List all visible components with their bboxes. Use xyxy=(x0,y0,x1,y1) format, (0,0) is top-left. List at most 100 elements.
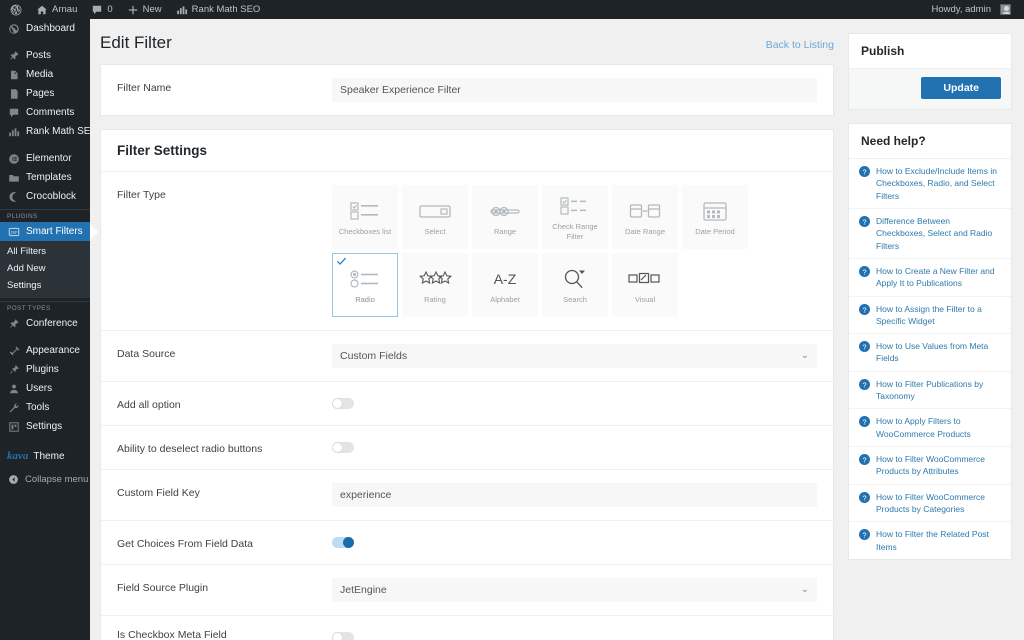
help-link-item[interactable]: ? How to Filter Publications by Taxonomy xyxy=(849,372,1011,410)
sidebar-item-templates[interactable]: Templates xyxy=(0,168,90,187)
help-link-text: How to Apply Filters to WooCommerce Prod… xyxy=(876,416,971,439)
crocoblock-icon xyxy=(7,190,20,203)
sidebar-item-theme[interactable]: kava Theme xyxy=(0,444,90,468)
sidebar-item-comments[interactable]: Comments xyxy=(0,103,90,122)
pin-icon xyxy=(7,317,20,330)
sidebar-item-label: Elementor xyxy=(26,153,72,164)
rating-icon xyxy=(418,266,452,292)
sidebar-item-pages[interactable]: Pages xyxy=(0,84,90,103)
new-content-menu[interactable]: New xyxy=(120,0,169,19)
comment-icon xyxy=(91,4,103,16)
filter-type-alphabet[interactable]: A-Z Alphabet xyxy=(472,253,538,317)
sidebar-item-rank-math-seo[interactable]: Rank Math SEO xyxy=(0,122,98,141)
filter-name-input[interactable]: Speaker Experience Filter xyxy=(332,78,817,102)
help-link-item[interactable]: ? How to Create a New Filter and Apply I… xyxy=(849,259,1011,297)
field-source-plugin-select[interactable]: JetEngine ⌄ xyxy=(332,578,817,602)
alphabet-icon: A-Z xyxy=(487,266,523,292)
help-link-item[interactable]: ? How to Assign the Filter to a Specific… xyxy=(849,297,1011,335)
filter-type-select[interactable]: Select xyxy=(402,185,468,249)
field-source-plugin-value: JetEngine xyxy=(340,584,387,596)
sidebar-item-elementor[interactable]: Elementor xyxy=(0,149,90,168)
sidebar-item-label: Users xyxy=(26,383,53,394)
sidebar-item-label: Tools xyxy=(26,402,50,413)
add-all-option-row: Add all option xyxy=(101,381,833,425)
sidebar-item-label: Smart Filters xyxy=(26,226,83,237)
kava-logo: kava xyxy=(7,450,29,462)
filter-type-check-range-filter[interactable]: Check Range Filter xyxy=(542,185,608,249)
my-account-menu[interactable]: Howdy, admin xyxy=(925,0,1019,19)
sidebar-item-label: Settings xyxy=(26,421,63,432)
submenu-item-settings[interactable]: Settings xyxy=(0,277,90,294)
svg-text:?: ? xyxy=(862,342,866,351)
sidebar-item-tools[interactable]: Tools xyxy=(0,398,90,417)
deselect-radio-toggle[interactable] xyxy=(332,442,354,453)
sidebar-item-dashboard[interactable]: Dashboard xyxy=(0,19,90,38)
theme-label: Theme xyxy=(33,450,65,462)
toggle-knob xyxy=(332,398,343,409)
filter-name-row: Filter Name Speaker Experience Filter xyxy=(101,65,833,115)
question-mark-icon: ? xyxy=(859,215,870,227)
page-icon xyxy=(7,87,20,100)
site-name-label: Arnau xyxy=(52,4,78,15)
sidebar-item-plugins[interactable]: Plugins xyxy=(0,360,90,379)
update-button[interactable]: Update xyxy=(921,77,1001,99)
page-header: Edit Filter Back to Listing xyxy=(100,33,834,53)
help-link-item[interactable]: ? How to Filter WooCommerce Products by … xyxy=(849,485,1011,523)
comments-menu[interactable]: 0 xyxy=(84,0,119,19)
help-link-item[interactable]: ? How to Exclude/Include Items in Checkb… xyxy=(849,159,1011,209)
help-link-text: Difference Between Checkboxes, Select an… xyxy=(876,215,993,251)
help-link-item[interactable]: ? How to Filter the Related Post Items xyxy=(849,522,1011,559)
data-source-label: Data Source xyxy=(117,348,176,360)
data-source-select[interactable]: Custom Fields ⌄ xyxy=(332,344,817,368)
filter-type-label-text: Date Period xyxy=(695,226,735,236)
help-link-text: How to Filter WooCommerce Products by At… xyxy=(876,454,985,477)
svg-text:?: ? xyxy=(862,455,866,464)
help-link-item[interactable]: ? How to Use Values from Meta Fields xyxy=(849,334,1011,372)
svg-text:?: ? xyxy=(862,418,866,427)
add-all-option-toggle[interactable] xyxy=(332,398,354,409)
filter-type-rating[interactable]: Rating xyxy=(402,253,468,317)
sidebar-item-crocoblock[interactable]: Crocoblock xyxy=(0,187,90,206)
help-link-list: ? How to Exclude/Include Items in Checkb… xyxy=(849,158,1011,559)
filter-type-search[interactable]: Search xyxy=(542,253,608,317)
rankmath-icon xyxy=(176,4,188,16)
sidebar-item-conference[interactable]: Conference xyxy=(0,314,90,333)
howdy-label: Howdy, admin xyxy=(931,4,992,15)
filter-type-radio[interactable]: Radio xyxy=(332,253,398,317)
filter-type-label-text: Radio xyxy=(355,294,375,304)
sidebar-item-posts[interactable]: Posts xyxy=(0,46,90,65)
filter-type-range[interactable]: Range xyxy=(472,185,538,249)
settings-icon xyxy=(7,420,20,433)
submenu-item-all-filters[interactable]: All Filters xyxy=(0,243,90,260)
help-link-item[interactable]: ? Difference Between Checkboxes, Select … xyxy=(849,209,1011,259)
is-checkbox-meta-field-toggle[interactable] xyxy=(332,632,354,640)
filter-type-checkboxes-list[interactable]: Checkboxes list xyxy=(332,185,398,249)
question-mark-icon: ? xyxy=(859,265,870,277)
help-link-item[interactable]: ? How to Apply Filters to WooCommerce Pr… xyxy=(849,409,1011,447)
question-mark-icon: ? xyxy=(859,454,870,465)
back-to-listing-link[interactable]: Back to Listing xyxy=(766,39,834,51)
submenu-item-add-new[interactable]: Add New xyxy=(0,260,90,277)
filter-type-date-range[interactable]: Date Range xyxy=(612,185,678,249)
sidebar-item-smart-filters[interactable]: JSF Smart Filters xyxy=(0,222,90,241)
collapse-icon xyxy=(7,473,19,485)
collapse-menu-button[interactable]: Collapse menu xyxy=(0,468,90,490)
sidebar-item-users[interactable]: Users xyxy=(0,379,90,398)
rankmath-menu[interactable]: Rank Math SEO xyxy=(169,0,268,19)
help-link-text: How to Assign the Filter to a Specific W… xyxy=(876,303,982,326)
sidebar-item-appearance[interactable]: Appearance xyxy=(0,341,90,360)
wp-logo-menu[interactable] xyxy=(3,0,29,19)
get-choices-row: Get Choices From Field Data xyxy=(101,520,833,564)
filter-type-visual[interactable]: Visual xyxy=(612,253,678,317)
custom-field-key-input[interactable]: experience xyxy=(332,483,817,507)
filter-type-date-period[interactable]: Date Period xyxy=(682,185,748,249)
sidebar-item-media[interactable]: Media xyxy=(0,65,90,84)
site-name-menu[interactable]: Arnau xyxy=(29,0,84,19)
help-link-item[interactable]: ? How to Filter WooCommerce Products by … xyxy=(849,447,1011,485)
comments-count: 0 xyxy=(107,4,113,15)
get-choices-toggle[interactable] xyxy=(332,537,354,548)
content-area: Edit Filter Back to Listing Filter Name … xyxy=(90,19,1024,640)
pin-icon xyxy=(7,49,20,62)
sidebar-item-settings[interactable]: Settings xyxy=(0,417,90,436)
sidebar-item-label: Media xyxy=(26,69,54,80)
